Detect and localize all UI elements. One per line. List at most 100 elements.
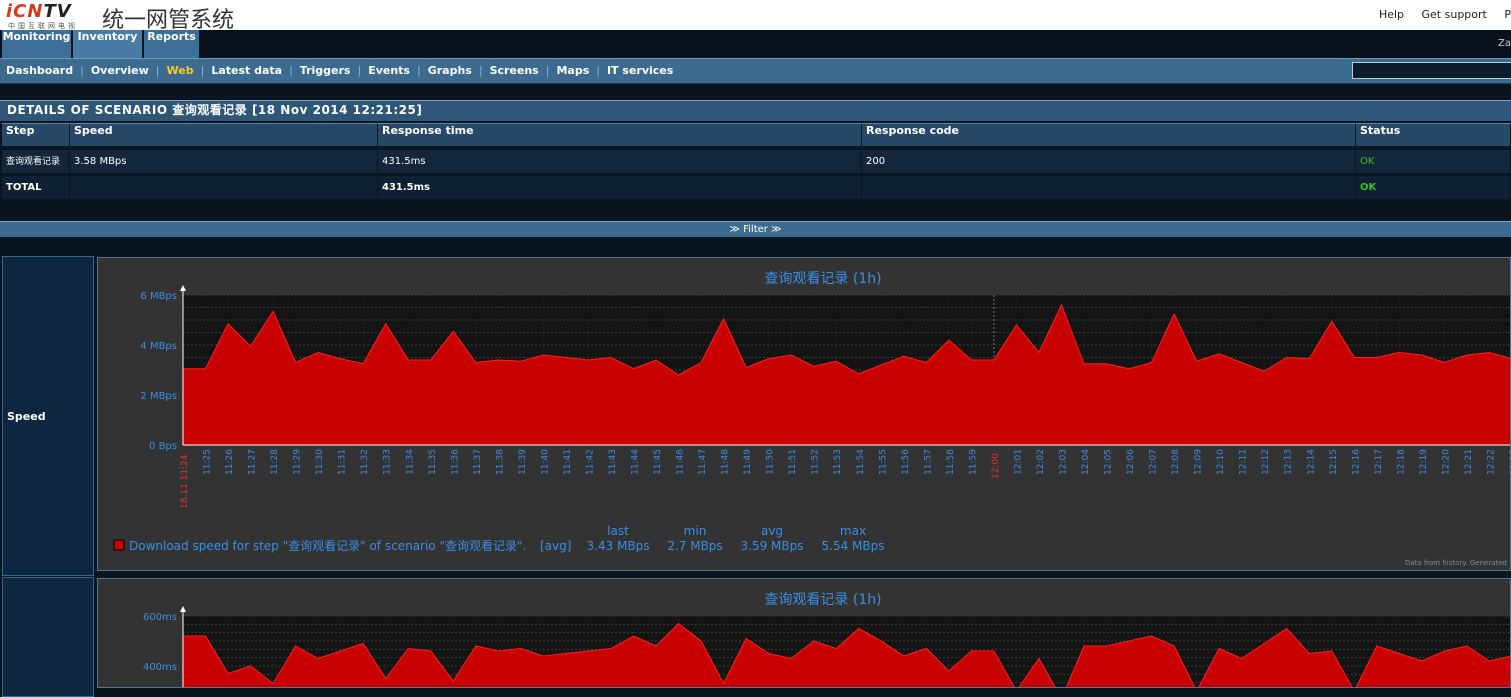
x-tick-label: 12:11 xyxy=(1239,449,1249,475)
x-tick-label: 11:36 xyxy=(450,449,460,475)
submenu-maps[interactable]: Maps xyxy=(556,64,589,77)
row-speed: 3.58 MBps xyxy=(70,150,378,174)
legend-item-name: Download speed for step "查询观看记录" of scen… xyxy=(129,539,526,553)
submenu-graphs[interactable]: Graphs xyxy=(428,64,472,77)
x-tick-label: 12:05 xyxy=(1104,449,1114,475)
submenu-it-services[interactable]: IT services xyxy=(607,64,673,77)
speed-graph[interactable]: 查询观看记录 (1h) 0 Bps 2 MBps 4 MBps 6 MBps 18.11 … xyxy=(97,257,1511,571)
speed-chart-svg: 查询观看记录 (1h) 0 Bps 2 MBps 4 MBps 6 MBps 18.11 … xyxy=(113,271,1510,567)
x-tick-label: 11:54 xyxy=(856,449,866,475)
col-step[interactable]: Step xyxy=(2,123,70,147)
submenu-events[interactable]: Events xyxy=(368,64,410,77)
col-response-time[interactable]: Response time xyxy=(378,123,862,147)
x-tick-label: 11:57 xyxy=(923,449,933,475)
x-tick-label: 11:46 xyxy=(676,449,686,475)
graph-row-label-response xyxy=(2,577,94,697)
row-status: OK xyxy=(1356,150,1511,174)
x-tick-label: 11:50 xyxy=(766,449,776,475)
x-tick-label: 11:33 xyxy=(383,449,393,475)
x-tick-label: 11:53 xyxy=(833,449,843,475)
x-tick-label: 11:34 xyxy=(405,449,415,475)
filter-toggle[interactable]: ≫ Filter ≫ xyxy=(0,221,1511,237)
y-tick-label: 4 MBps xyxy=(140,341,177,352)
x-tick-label: 11:40 xyxy=(540,449,550,475)
total-response-time: 431.5ms xyxy=(378,176,862,200)
x-tick-label: 11:32 xyxy=(360,449,370,475)
profile-link[interactable]: P xyxy=(1504,8,1511,21)
y-tick-label: 2 MBps xyxy=(140,391,177,402)
x-tick-label: 11:27 xyxy=(248,449,258,475)
x-tick-label: 11:47 xyxy=(698,449,708,475)
col-response-code[interactable]: Response code xyxy=(862,123,1356,147)
get-support-link[interactable]: Get support xyxy=(1422,8,1487,21)
legend-value-max: 5.54 MBps xyxy=(822,539,885,553)
x-tick-label: 11:44 xyxy=(631,449,641,475)
x-tick-label: 12:19 xyxy=(1419,449,1429,475)
x-tick-label: 12:09 xyxy=(1194,449,1204,475)
tab-reports[interactable]: Reports xyxy=(144,30,200,58)
x-tick-label: 12:13 xyxy=(1284,449,1294,475)
x-tick-label: 11:35 xyxy=(428,449,438,475)
x-tick-label: 12:08 xyxy=(1171,449,1181,475)
x-tick-label: 11:41 xyxy=(563,449,573,475)
x-tick-label: 12:15 xyxy=(1329,449,1339,475)
x-tick-label: 12:21 xyxy=(1464,449,1474,475)
graph-footnote: Data from history. Generated xyxy=(1405,559,1507,567)
col-speed[interactable]: Speed xyxy=(70,123,378,147)
submenu-latest-data[interactable]: Latest data xyxy=(211,64,282,77)
x-tick-label: 12:01 xyxy=(1013,449,1023,475)
y-tick-label: 600ms xyxy=(143,612,177,623)
submenu-screens[interactable]: Screens xyxy=(490,64,539,77)
x-tick-label: 11:58 xyxy=(946,449,956,475)
total-status: OK xyxy=(1356,176,1511,200)
legend-value-min: 2.7 MBps xyxy=(667,539,722,553)
x-tick-label: 11:55 xyxy=(878,449,888,475)
total-speed xyxy=(70,176,378,200)
x-tick-label: 11:51 xyxy=(788,449,798,475)
submenu-overview[interactable]: Overview xyxy=(91,64,149,77)
x-tick-label: 11:59 xyxy=(968,449,978,475)
x-tick-label: 11:31 xyxy=(338,449,348,475)
row-step: 查询观看记录 xyxy=(2,150,70,174)
x-tick-label: 12:14 xyxy=(1306,449,1316,475)
logo: iCNTV 中国互联网电视 xyxy=(6,1,94,30)
table-total-row: TOTAL 431.5ms OK xyxy=(0,176,1511,202)
response-time-graph[interactable]: 查询观看记录 (1h) 400ms 600ms xyxy=(97,578,1511,688)
y-axis-arrow xyxy=(180,606,186,612)
submenu-dashboard[interactable]: Dashboard xyxy=(6,64,73,77)
y-tick-label: 6 MBps xyxy=(140,291,177,302)
row-label: Speed xyxy=(7,410,46,423)
submenu-triggers[interactable]: Triggers xyxy=(300,64,351,77)
table-row: 查询观看记录 3.58 MBps 431.5ms 200 OK xyxy=(0,150,1511,176)
x-tick-label: 11:56 xyxy=(901,449,911,475)
x-tick-label: 12:02 xyxy=(1036,449,1046,475)
sub-menu: Dashboard | Overview | Web | Latest data | Trigg… xyxy=(0,58,1511,84)
x-tick-label: 12:20 xyxy=(1441,449,1451,475)
x-tick-label: 11:39 xyxy=(518,449,528,475)
tab-monitoring[interactable]: Monitoring xyxy=(2,30,72,58)
x-tick-label: 11:28 xyxy=(270,449,280,475)
x-tick-label: 11:38 xyxy=(495,449,505,475)
search-input[interactable] xyxy=(1352,62,1511,79)
tab-inventory[interactable]: Inventory xyxy=(73,30,143,58)
submenu-web[interactable]: Web xyxy=(167,64,194,77)
user-label[interactable]: Za xyxy=(1498,38,1511,49)
x-tick-label: 11:49 xyxy=(743,449,753,475)
x-tick-label: 12:03 xyxy=(1058,449,1068,475)
legend-swatch xyxy=(113,539,125,551)
legend-func: [avg] xyxy=(540,539,571,553)
help-link[interactable]: Help xyxy=(1379,8,1404,21)
x-tick-label: 18.11 11:24 xyxy=(180,454,190,509)
x-tick-label: 11:52 xyxy=(811,449,821,475)
x-tick-label: 12:18 xyxy=(1396,449,1406,475)
total-response-code xyxy=(862,176,1356,200)
top-links: Help Get support P xyxy=(1365,8,1511,21)
top-header: iCNTV 中国互联网电视 统一网管系统 Help Get support P xyxy=(0,0,1511,33)
scenario-details-title: DETAILS OF SCENARIO 查询观看记录 [18 Nov 2014 … xyxy=(0,100,1511,121)
col-status[interactable]: Status xyxy=(1356,123,1511,147)
x-tick-label: 11:45 xyxy=(653,449,663,475)
x-tick-label: 11:26 xyxy=(225,449,235,475)
row-response-code: 200 xyxy=(862,150,1356,174)
x-tick-label: 12:00 xyxy=(991,453,1001,479)
x-tick-label: 12:07 xyxy=(1149,449,1159,475)
